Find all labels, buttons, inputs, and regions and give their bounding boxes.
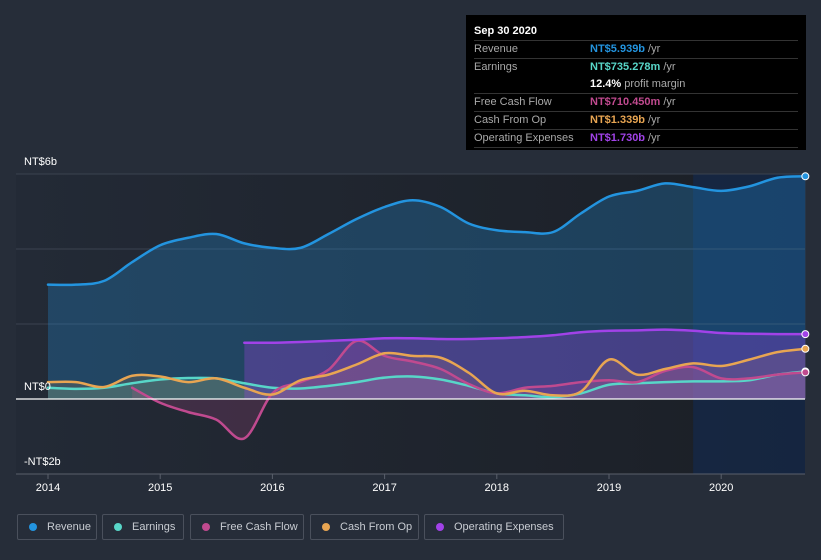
legend-item-revenue[interactable]: Revenue — [17, 514, 97, 540]
legend-dot-icon — [436, 523, 444, 531]
x-tick-label: 2016 — [260, 482, 285, 494]
tooltip-label: Earnings — [474, 61, 518, 73]
tooltip-row-free-cash-flow: Free Cash Flow NT$710.450m /yr — [474, 94, 798, 112]
tooltip-row-profit-margin: 12.4% profit margin — [474, 76, 798, 94]
tooltip-row-operating-expenses: Operating Expenses NT$1.730b /yr — [474, 130, 798, 148]
tooltip-value: NT$5.939b — [590, 43, 646, 55]
tooltip-label: Operating Expenses — [474, 132, 574, 144]
x-tick-label: 2020 — [708, 482, 734, 494]
tooltip-label: Cash From Op — [474, 114, 547, 126]
legend-label: Free Cash Flow — [220, 521, 298, 533]
tooltip-value: 12.4% — [590, 78, 622, 90]
legend-dot-icon — [114, 523, 122, 531]
tooltip-label: Revenue — [474, 43, 519, 55]
y-tick-label-6b: NT$6b — [24, 156, 58, 168]
x-tick-label: 2018 — [484, 482, 510, 494]
tooltip-unit: /yr — [663, 61, 676, 73]
legend-label: Earnings — [132, 521, 176, 533]
x-tick-label: 2015 — [147, 482, 173, 494]
tooltip-value: NT$735.278m — [590, 61, 661, 73]
tooltip-unit: /yr — [648, 114, 661, 126]
tooltip-unit: /yr — [648, 43, 661, 55]
tooltip-unit: /yr — [663, 96, 676, 108]
tooltip: Sep 30 2020 Revenue NT$5.939b /yr Earnin… — [466, 15, 806, 150]
tooltip-row-earnings: Earnings NT$735.278m /yr — [474, 59, 798, 76]
legend-item-earnings[interactable]: Earnings — [102, 514, 184, 540]
tooltip-value: NT$710.450m — [590, 96, 661, 108]
x-tick-label: 2017 — [372, 482, 397, 494]
tooltip-value: NT$1.730b — [590, 132, 646, 144]
x-tick-label: 2019 — [596, 482, 622, 494]
tooltip-row-revenue: Revenue NT$5.939b /yr — [474, 41, 798, 59]
end-marker-free-cash-flow — [801, 368, 810, 377]
end-marker-cash-from-op — [801, 344, 810, 353]
x-tick-label: 2014 — [35, 482, 61, 494]
x-axis-ticks — [16, 473, 805, 479]
end-marker-operating-expenses — [801, 330, 810, 339]
legend-dot-icon — [322, 523, 330, 531]
tooltip-label: Free Cash Flow — [474, 96, 552, 108]
legend-label: Operating Expenses — [454, 521, 554, 533]
tooltip-label — [474, 76, 590, 93]
tooltip-row-cash-from-op: Cash From Op NT$1.339b /yr — [474, 112, 798, 130]
legend-item-free-cash-flow[interactable]: Free Cash Flow — [190, 514, 304, 540]
tooltip-date: Sep 30 2020 — [474, 23, 798, 41]
tooltip-unit: /yr — [648, 132, 661, 144]
legend-item-operating-expenses[interactable]: Operating Expenses — [424, 514, 564, 540]
legend-label: Cash From Op — [340, 521, 413, 533]
legend-label: Revenue — [47, 521, 92, 533]
end-marker-revenue — [801, 172, 810, 181]
legend-dot-icon — [29, 523, 37, 531]
legend-dot-icon — [202, 523, 210, 531]
y-tick-label-0: NT$0 — [24, 381, 51, 393]
tooltip-value: NT$1.339b — [590, 114, 646, 126]
y-tick-label-neg2b: -NT$2b — [24, 456, 61, 468]
legend-item-cash-from-op[interactable]: Cash From Op — [310, 514, 419, 540]
tooltip-unit: profit margin — [624, 78, 686, 90]
